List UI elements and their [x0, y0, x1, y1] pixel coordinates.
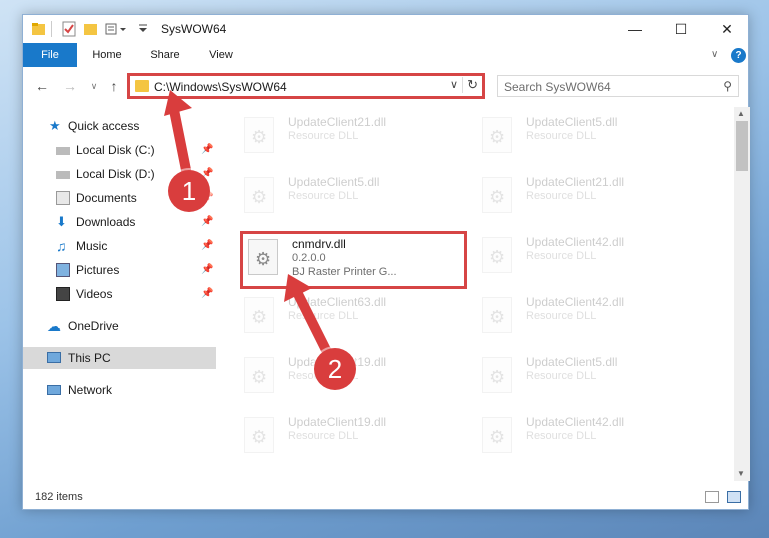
list-item[interactable]: ⚙ UpdateClient42.dll Resource DLL — [476, 291, 706, 343]
back-button[interactable]: ← — [33, 77, 51, 95]
cloud-icon: ☁ — [47, 318, 61, 334]
item-count: 182 items — [35, 491, 83, 503]
documents-icon — [56, 191, 70, 205]
sidebar-item-this-pc[interactable]: This PC — [23, 347, 216, 369]
window-title: SysWOW64 — [161, 22, 227, 36]
list-item[interactable]: ⚙ UpdateClient42.dll Resource DLL — [476, 411, 706, 463]
sidebar-item-music[interactable]: ♫ Music 📌 — [23, 235, 216, 257]
dll-file-icon: ⚙ — [482, 297, 512, 333]
large-icons-view-icon[interactable] — [727, 491, 741, 503]
tab-view[interactable]: View — [195, 43, 247, 67]
help-icon[interactable]: ? — [731, 48, 746, 63]
properties-icon[interactable] — [61, 21, 77, 37]
folder-icon — [31, 21, 47, 37]
tab-file[interactable]: File — [23, 43, 77, 67]
forward-button[interactable]: → — [61, 77, 79, 95]
dll-file-icon: ⚙ — [244, 417, 274, 453]
scroll-up-icon[interactable]: ▲ — [737, 109, 745, 118]
tab-share[interactable]: Share — [139, 43, 191, 67]
drive-icon — [56, 171, 70, 179]
minimize-button[interactable]: — — [612, 15, 658, 43]
maximize-button[interactable]: ☐ — [658, 15, 704, 43]
sidebar-item-videos[interactable]: Videos 📌 — [23, 283, 216, 305]
download-icon: ⬇ — [56, 214, 67, 229]
sidebar-item-onedrive[interactable]: ☁ OneDrive — [23, 315, 216, 337]
title-bar: SysWOW64 — ☐ ✕ — [23, 15, 748, 43]
sidebar-item-downloads[interactable]: ⬇ Downloads 📌 — [23, 211, 216, 233]
callout-badge-2: 2 — [314, 348, 356, 390]
music-icon: ♫ — [56, 238, 67, 254]
ribbon: File Home Share View ∨ ? — [23, 43, 748, 67]
sidebar-item-network[interactable]: Network — [23, 379, 216, 401]
list-item[interactable]: ⚙ UpdateClient19.dll Resource DLL — [238, 411, 468, 463]
navigation-bar: ← → ∨ ↑ C:\Windows\SysWOW64 ∨ ↻ Search S… — [23, 71, 748, 101]
separator — [51, 21, 52, 37]
videos-icon — [56, 287, 70, 301]
list-item[interactable]: ⚙ UpdateClient5.dll Resource DLL — [476, 111, 706, 163]
dll-file-icon: ⚙ — [244, 297, 274, 333]
list-item[interactable]: ⚙ UpdateClient5.dll Resource DLL — [476, 351, 706, 403]
dll-file-icon: ⚙ — [244, 117, 274, 153]
status-bar: 182 items — [23, 487, 748, 509]
scrollbar-thumb[interactable] — [736, 121, 748, 171]
dll-file-icon: ⚙ — [482, 417, 512, 453]
scroll-down-icon[interactable]: ▼ — [737, 469, 745, 478]
search-icon: ⚲ — [723, 79, 732, 93]
recent-locations-button[interactable]: ∨ — [85, 77, 103, 95]
pin-icon[interactable]: 📌 — [201, 211, 213, 233]
network-icon — [47, 385, 61, 395]
list-item[interactable]: ⚙ UpdateClient42.dll Resource DLL — [476, 231, 706, 283]
pin-icon[interactable]: 📌 — [201, 259, 213, 281]
expand-ribbon-icon[interactable]: ∨ — [711, 49, 718, 60]
details-view-icon[interactable] — [705, 491, 719, 503]
tab-home[interactable]: Home — [81, 43, 133, 67]
up-button[interactable]: ↑ — [105, 77, 123, 95]
search-placeholder: Search SysWOW64 — [504, 80, 611, 94]
customize-toolbar-icon[interactable] — [105, 21, 129, 37]
close-button[interactable]: ✕ — [704, 15, 750, 43]
sidebar-item-pictures[interactable]: Pictures 📌 — [23, 259, 216, 281]
dll-file-icon: ⚙ — [482, 117, 512, 153]
list-item[interactable]: ⚙ UpdateClient63.dll Resource DLL — [238, 291, 468, 343]
pictures-icon — [56, 263, 70, 277]
dll-file-icon: ⚙ — [482, 237, 512, 273]
dll-file-icon: ⚙ — [244, 177, 274, 213]
star-icon: ★ — [49, 118, 61, 133]
list-item[interactable]: ⚙ UpdateClient21.dll Resource DLL — [238, 111, 468, 163]
computer-icon — [47, 352, 61, 363]
dll-file-icon: ⚙ — [244, 357, 274, 393]
file-highlight — [240, 231, 467, 289]
search-box[interactable]: Search SysWOW64 ⚲ — [497, 75, 739, 97]
dll-file-icon: ⚙ — [482, 357, 512, 393]
list-item[interactable]: ⚙ UpdateClient21.dll Resource DLL — [476, 171, 706, 223]
list-item[interactable]: ⚙ UpdateClient5.dll Resource DLL — [238, 171, 468, 223]
vertical-scrollbar[interactable]: ▲ ▼ — [734, 107, 750, 481]
drive-icon — [56, 147, 70, 155]
pin-icon[interactable]: 📌 — [201, 235, 213, 257]
new-folder-icon[interactable] — [83, 21, 99, 37]
chevron-down-icon[interactable] — [135, 21, 151, 37]
dll-file-icon: ⚙ — [482, 177, 512, 213]
pin-icon[interactable]: 📌 — [201, 283, 213, 305]
callout-badge-1: 1 — [168, 170, 210, 212]
explorer-window: SysWOW64 — ☐ ✕ File Home Share View ∨ ? … — [22, 14, 750, 510]
